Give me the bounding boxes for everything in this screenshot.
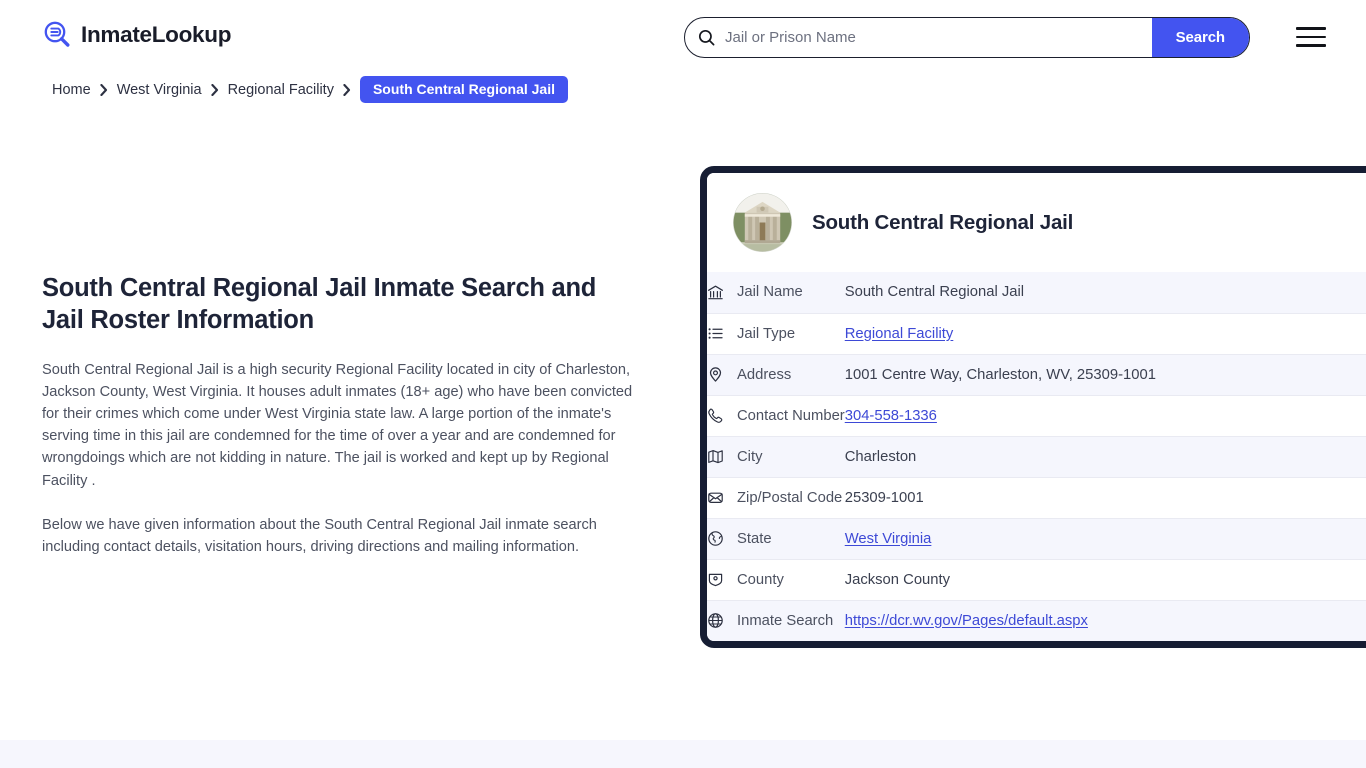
inmate-search-value-cell: https://dcr.wv.gov/Pages/default.aspx [845, 600, 1366, 641]
state-value-cell: West Virginia [845, 518, 1366, 559]
row-label: Jail Name [737, 284, 803, 301]
breadcrumb-item-current: South Central Regional Jail [359, 76, 568, 103]
city-label-cell: City [707, 436, 845, 477]
map-folded-icon [707, 448, 724, 465]
jail-building-photo [733, 193, 792, 252]
breadcrumb: Home West Virginia Regional Facility Sou… [52, 76, 568, 103]
page-title: South Central Regional Jail Inmate Searc… [42, 274, 597, 335]
map-pin-icon [707, 366, 724, 383]
table-row: Jail Type Regional Facility [707, 313, 1366, 354]
chevron-right-icon [100, 83, 108, 96]
globe-grid-icon [707, 612, 724, 629]
search-button[interactable]: Search [1151, 18, 1249, 57]
table-row: Contact Number 304-558-1336 [707, 395, 1366, 436]
city-value-cell: Charleston [845, 436, 1366, 477]
jail-name-value-cell: South Central Regional Jail [845, 272, 1366, 313]
search-icon [698, 29, 715, 46]
row-label: State [737, 530, 772, 547]
search-bar[interactable]: Search [684, 17, 1250, 58]
description-paragraph-2: Below we have given information about th… [42, 516, 597, 555]
row-label: Address [737, 366, 792, 383]
table-row: County Jackson County [707, 559, 1366, 600]
row-label: City [737, 448, 763, 465]
table-row: Zip/Postal Code 25309-1001 [707, 477, 1366, 518]
table-row: Inmate Search https://dcr.wv.gov/Pages/d… [707, 600, 1366, 641]
row-label: Inmate Search [737, 612, 834, 629]
hamburger-menu-icon[interactable] [1296, 23, 1328, 51]
jail-type-value-cell: Regional Facility [845, 313, 1366, 354]
row-value: 25309-1001 [844, 489, 924, 506]
row-value-link[interactable]: https://dcr.wv.gov/Pages/default.aspx [845, 613, 1088, 629]
menu-bar-3 [1296, 44, 1326, 47]
envelope-open-icon [707, 489, 724, 506]
breadcrumb-item-regional-facility[interactable]: Regional Facility [228, 82, 334, 98]
badge-icon [707, 571, 724, 588]
phone-icon [707, 407, 724, 424]
jail-details-table: Jail Name South Central Regional Jail Ja… [707, 272, 1366, 641]
row-label: County [737, 571, 784, 588]
row-label: Zip/Postal Code [737, 489, 843, 506]
jail-info-card-header: South Central Regional Jail [707, 173, 1366, 272]
row-value-link[interactable]: West Virginia [845, 531, 932, 547]
breadcrumb-item-home[interactable]: Home [52, 82, 91, 98]
jail-type-label-cell: Jail Type [707, 313, 845, 354]
inmate-search-label-cell: Inmate Search [707, 600, 845, 641]
footer-band [0, 740, 1366, 768]
zip-code-label-cell: Zip/Postal Code [707, 477, 845, 518]
brand-logo[interactable]: InmateLookup [42, 20, 231, 50]
table-row: Address 1001 Centre Way, Charleston, WV,… [707, 354, 1366, 395]
table-row: Jail Name South Central Regional Jail [707, 272, 1366, 313]
row-value-link[interactable]: Regional Facility [845, 326, 954, 342]
zip-code-value-cell: 25309-1001 [845, 477, 1366, 518]
site-header: InmateLookup Search [0, 0, 1366, 75]
chevron-right-icon [210, 83, 219, 96]
row-label: Jail Type [737, 325, 796, 342]
row-value: South Central Regional Jail [844, 284, 1025, 301]
row-value-link[interactable]: 304-558-1336 [845, 408, 937, 424]
address-value-cell: 1001 Centre Way, Charleston, WV, 25309-1… [845, 354, 1366, 395]
county-label-cell: County [707, 559, 845, 600]
jail-info-card-title: South Central Regional Jail [812, 210, 1074, 234]
globe-americas-icon [707, 530, 724, 547]
main-content: South Central Regional Jail Inmate Searc… [42, 272, 642, 558]
jail-info-card: South Central Regional Jail Jail Name So… [700, 166, 1366, 648]
description-paragraph-1: South Central Regional Jail is a high se… [42, 361, 633, 489]
table-row: State West Virginia [707, 518, 1366, 559]
row-value: Charleston [844, 448, 917, 465]
brand-name: InmateLookup [81, 21, 232, 47]
menu-bar-1 [1296, 27, 1326, 30]
table-row: City Charleston [707, 436, 1366, 477]
search-input[interactable] [715, 18, 1152, 57]
jail-name-label-cell: Jail Name [707, 272, 845, 313]
address-label-cell: Address [707, 354, 845, 395]
row-value: 1001 Centre Way, Charleston, WV, 25309-1… [844, 366, 1156, 383]
chevron-right-icon [343, 83, 351, 96]
contact-number-label-cell: Contact Number [707, 395, 845, 436]
row-label: Contact Number [737, 407, 845, 424]
magnifier-list-icon [42, 20, 72, 50]
state-label-cell: State [707, 518, 845, 559]
bank-building-icon [707, 284, 724, 301]
breadcrumb-item-west-virginia[interactable]: West Virginia [117, 82, 202, 98]
row-value: Jackson County [844, 571, 951, 588]
menu-bar-2 [1296, 35, 1326, 39]
list-icon [707, 325, 724, 342]
contact-number-value-cell: 304-558-1336 [845, 395, 1366, 436]
county-value-cell: Jackson County [845, 559, 1366, 600]
